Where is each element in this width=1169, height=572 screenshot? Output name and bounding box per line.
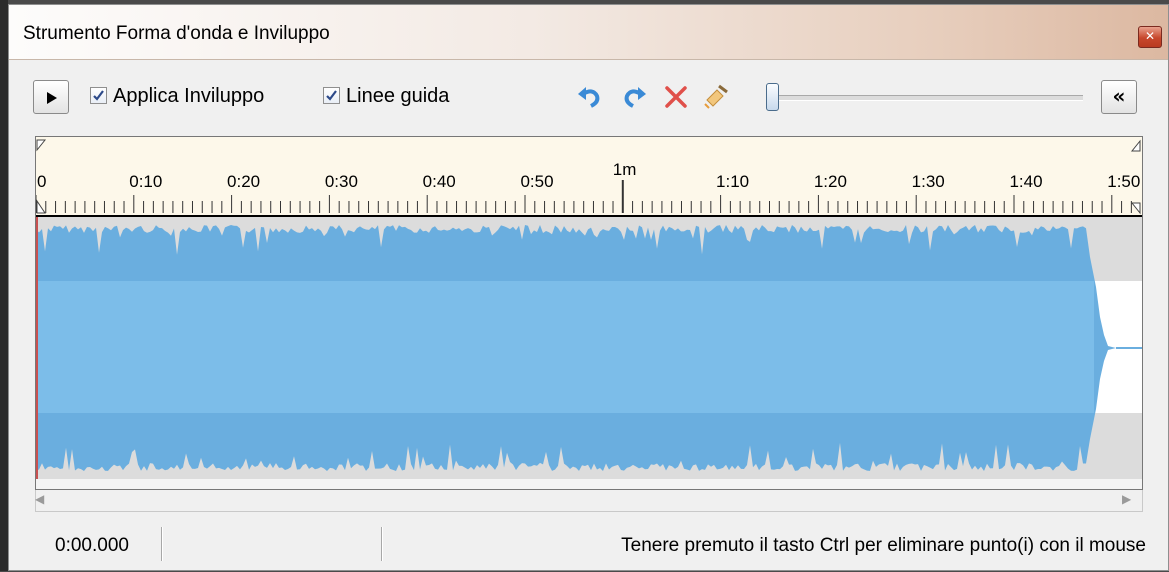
ruler-label: 1m <box>613 160 637 179</box>
ruler-label: 0:40 <box>423 172 456 191</box>
waveform-envelope-window: Strumento Forma d'onda e Inviluppo ✕ App… <box>8 4 1169 571</box>
guides-label[interactable]: Linee guida <box>346 85 449 108</box>
close-button[interactable]: ✕ <box>1138 26 1162 48</box>
checkmark-icon <box>326 90 337 101</box>
guides-checkbox[interactable] <box>323 87 340 104</box>
end-marker-top-icon[interactable] <box>1130 139 1141 152</box>
scroll-right-arrow-icon[interactable]: ▶ <box>1122 492 1142 508</box>
apply-envelope-checkbox[interactable] <box>90 87 107 104</box>
status-time: 0:00.000 <box>55 535 129 556</box>
ruler-label: 1:10 <box>716 172 749 191</box>
time-ruler[interactable]: 0 0:10 0:20 0:30 0:40 0:50 1m 1:10 1:20 1:30 1:40 1… <box>36 137 1142 217</box>
background-strip <box>0 0 8 571</box>
play-button[interactable] <box>33 80 69 114</box>
ruler-label: 0:30 <box>325 172 358 191</box>
undo-icon[interactable] <box>575 82 605 112</box>
ruler-label: 1:20 <box>814 172 847 191</box>
zoom-slider-track[interactable] <box>779 95 1083 101</box>
delete-x-icon[interactable] <box>661 82 691 112</box>
toolbar: Applica Inviluppo Linee guida « <box>9 60 1168 136</box>
status-bar: 0:00.000 Tenere premuto il tasto Ctrl pe… <box>9 517 1168 572</box>
ruler-label: 1:30 <box>912 172 945 191</box>
ruler-label: 1:40 <box>1009 172 1042 191</box>
window-title: Strumento Forma d'onda e Inviluppo <box>23 23 330 44</box>
waveform-center-band <box>36 281 1094 413</box>
checkmark-icon <box>93 90 104 101</box>
zoom-slider-handle[interactable] <box>766 83 779 111</box>
ruler-ticks: 0 0:10 0:20 0:30 0:40 0:50 1m 1:10 1:20 1:30 1:40 1… <box>36 139 1141 215</box>
waveform-graphic <box>36 217 1142 479</box>
ruler-label: 0 <box>37 172 46 191</box>
title-bar[interactable]: Strumento Forma d'onda e Inviluppo ✕ <box>9 5 1168 60</box>
ruler-label: 1:50 <box>1107 172 1140 191</box>
ruler-label: 0:20 <box>227 172 260 191</box>
status-divider <box>381 527 383 561</box>
collapse-button[interactable]: « <box>1101 80 1137 114</box>
redo-icon[interactable] <box>619 82 649 112</box>
waveform-display[interactable] <box>36 217 1142 479</box>
status-message: Tenere premuto il tasto Ctrl per elimina… <box>621 535 1146 556</box>
scroll-left-arrow-icon[interactable]: ◀ <box>35 492 55 508</box>
horizontal-scrollbar[interactable] <box>35 490 1143 512</box>
client-area: Applica Inviluppo Linee guida « 0 0:10 0… <box>9 60 1168 570</box>
status-divider <box>161 527 163 561</box>
ruler-label: 0:10 <box>129 172 162 191</box>
play-icon <box>47 92 57 104</box>
waveform-editor: 0 0:10 0:20 0:30 0:40 0:50 1m 1:10 1:20 1:30 1:40 1… <box>35 136 1143 490</box>
close-icon: ✕ <box>1144 29 1156 43</box>
end-marker-bottom-icon[interactable] <box>1130 202 1141 215</box>
apply-envelope-label[interactable]: Applica Inviluppo <box>113 85 264 108</box>
ruler-label: 0:50 <box>520 172 553 191</box>
broom-icon[interactable] <box>701 82 731 112</box>
start-marker-bottom-icon[interactable] <box>36 199 46 214</box>
start-marker-top-icon[interactable] <box>36 139 47 152</box>
